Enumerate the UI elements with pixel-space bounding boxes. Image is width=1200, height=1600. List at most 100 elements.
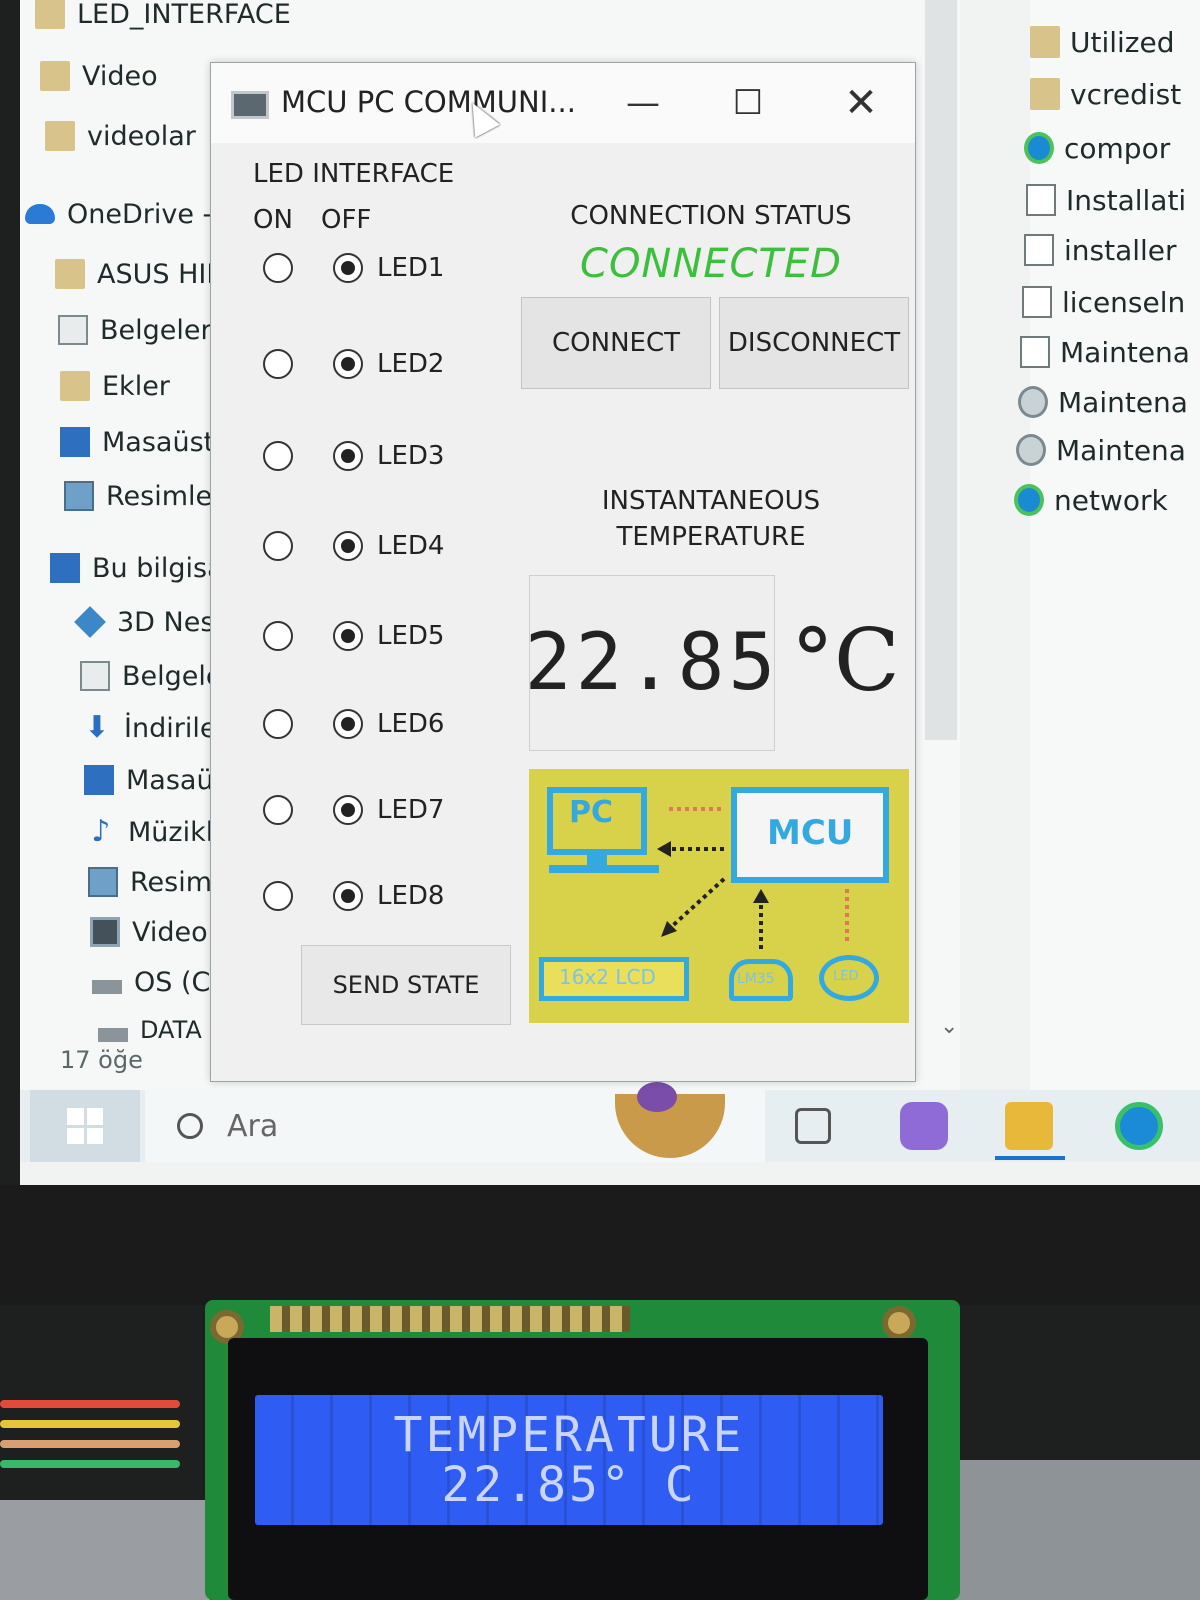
led7-on-radio[interactable] xyxy=(263,795,293,825)
file-item[interactable]: licenseln xyxy=(1022,280,1185,324)
music-icon: ♪ xyxy=(91,814,111,849)
lcd-label: 16x2 LCD xyxy=(559,965,656,989)
nav-item-asus-hip[interactable]: ASUS HIP xyxy=(55,252,223,296)
edge-icon[interactable] xyxy=(1115,1102,1163,1150)
on-column-header: ON xyxy=(253,205,293,235)
led3-on-radio[interactable] xyxy=(263,441,293,471)
folder-icon xyxy=(1030,26,1060,58)
led1-on-radio[interactable] xyxy=(263,253,293,283)
led7-label: LED7 xyxy=(377,795,445,825)
nav-item-resimler[interactable]: Resimler xyxy=(64,474,223,518)
folder-icon xyxy=(1030,78,1060,110)
led-label: LED xyxy=(833,969,859,984)
taskbar-search[interactable]: Ara xyxy=(145,1082,765,1162)
yellow-wire xyxy=(0,1420,180,1428)
led-row-1: LED1 xyxy=(253,239,513,299)
copilot-icon[interactable] xyxy=(900,1102,948,1150)
led1-off-radio[interactable] xyxy=(333,253,363,283)
monitor-screen: LED_INTERFACE Video videolar OneDrive - … xyxy=(20,0,1200,1185)
mcu-to-lcd-arrow xyxy=(667,877,726,931)
chevron-down-icon[interactable]: ⌄ xyxy=(940,1014,958,1039)
file-icon xyxy=(1020,336,1050,368)
system-diagram: PC MCU 16x2 LCD LM35 LED xyxy=(529,769,909,1023)
gear-icon xyxy=(1016,434,1046,466)
led7-off-radio[interactable] xyxy=(333,795,363,825)
led2-label: LED2 xyxy=(377,349,445,379)
led3-off-radio[interactable] xyxy=(333,441,363,471)
send-state-button[interactable]: SEND STATE xyxy=(301,945,511,1025)
start-button[interactable] xyxy=(30,1090,140,1162)
file-explorer-icon[interactable] xyxy=(1005,1102,1053,1150)
video-icon xyxy=(90,917,120,947)
file-item[interactable]: Maintena xyxy=(1018,380,1188,424)
mcu-pc-communication-window: MCU PC COMMUNI... — ☐ ✕ LED INTERFACE ON… xyxy=(210,62,916,1082)
folder-icon xyxy=(60,371,90,401)
active-app-indicator xyxy=(995,1156,1065,1160)
download-icon: ⬇ xyxy=(84,710,110,745)
file-list: Utilized vcredist compor Installati inst… xyxy=(1014,0,1200,1100)
led6-on-radio[interactable] xyxy=(263,709,293,739)
nav-item-belgeler[interactable]: Belgeler xyxy=(58,308,212,352)
led4-off-radio[interactable] xyxy=(333,531,363,561)
maximize-button[interactable]: ☐ xyxy=(716,77,780,129)
arrowhead-up-icon xyxy=(753,889,769,903)
task-view-icon[interactable] xyxy=(795,1108,831,1144)
arrowhead-left-icon xyxy=(657,841,671,857)
led2-on-radio[interactable] xyxy=(263,349,293,379)
disconnect-button[interactable]: DISCONNECT xyxy=(719,297,909,389)
led3-label: LED3 xyxy=(377,441,445,471)
file-item[interactable]: installer xyxy=(1024,228,1177,272)
file-item[interactable]: Maintena xyxy=(1016,428,1186,472)
led6-off-radio[interactable] xyxy=(333,709,363,739)
temperature-value: 22.85 xyxy=(524,618,780,708)
desktop-icon xyxy=(84,765,114,795)
nav-item-masaustu[interactable]: Masaüstü xyxy=(60,420,231,464)
close-button[interactable]: ✕ xyxy=(829,77,893,129)
led6-label: LED6 xyxy=(377,709,445,739)
led8-on-radio[interactable] xyxy=(263,881,293,911)
title-bar[interactable]: MCU PC COMMUNI... — ☐ ✕ xyxy=(211,63,915,143)
file-item[interactable]: Installati xyxy=(1026,178,1186,222)
edge-icon xyxy=(1024,132,1054,164)
sensor-label: LM35 xyxy=(737,971,775,987)
lcd-line-1: TEMPERATURE xyxy=(393,1407,745,1463)
orange-wire xyxy=(0,1440,180,1448)
led-interface-title: LED INTERFACE xyxy=(253,159,455,189)
pc-label: PC xyxy=(569,795,614,830)
file-item[interactable]: Maintena xyxy=(1020,330,1190,374)
nav-item-video[interactable]: Video xyxy=(40,54,158,98)
led2-off-radio[interactable] xyxy=(333,349,363,379)
led4-on-radio[interactable] xyxy=(263,531,293,561)
nav-item-led-interface[interactable]: LED_INTERFACE xyxy=(35,0,291,36)
app-icon xyxy=(231,91,269,119)
led8-off-radio[interactable] xyxy=(333,881,363,911)
nav-item-onedrive[interactable]: OneDrive - xyxy=(25,192,212,236)
led-row-8: LED8 xyxy=(253,867,513,927)
document-icon xyxy=(80,661,110,691)
led5-off-radio[interactable] xyxy=(333,621,363,651)
led-row-7: LED7 xyxy=(253,781,513,841)
lcd-line-2: 22.85° C xyxy=(441,1457,697,1513)
led-row-5: LED5 xyxy=(253,607,513,667)
file-item[interactable]: Utilized xyxy=(1030,20,1175,64)
installer-icon xyxy=(1018,386,1048,418)
nav-item-videolar[interactable]: videolar xyxy=(45,114,196,158)
led-row-4: LED4 xyxy=(253,517,513,577)
nav-item-ekler[interactable]: Ekler xyxy=(60,364,170,408)
item-count: 17 öğe xyxy=(60,1046,143,1074)
red-wire xyxy=(0,1400,180,1408)
monitor-base-icon xyxy=(549,865,659,873)
file-item[interactable]: compor xyxy=(1024,126,1170,170)
file-item[interactable]: network xyxy=(1014,478,1168,522)
monitor-bezel xyxy=(0,1185,1200,1305)
minimize-button[interactable]: — xyxy=(611,77,675,129)
mounting-hole xyxy=(882,1306,916,1340)
folder-icon xyxy=(40,61,70,91)
taskbar: Ara xyxy=(20,1082,1200,1162)
windows-logo-icon xyxy=(67,1108,103,1144)
led5-on-radio[interactable] xyxy=(263,621,293,651)
scrollbar[interactable] xyxy=(925,0,957,740)
file-item[interactable]: vcredist xyxy=(1030,72,1181,116)
connect-button[interactable]: CONNECT xyxy=(521,297,711,389)
temperature-heading: INSTANTANEOUS TEMPERATURE xyxy=(531,483,891,555)
